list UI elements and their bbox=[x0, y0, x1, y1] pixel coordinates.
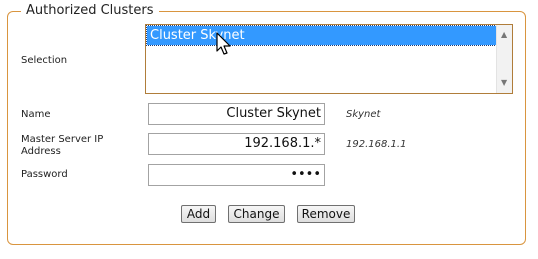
listbox-scrollbar[interactable]: ▲ ▼ bbox=[496, 25, 512, 93]
name-label: Name bbox=[21, 109, 51, 120]
list-item[interactable]: Cluster Skynet bbox=[146, 25, 497, 46]
password-field[interactable]: •••• bbox=[148, 164, 325, 186]
scroll-up-arrow-icon[interactable]: ▲ bbox=[501, 31, 507, 39]
cluster-listbox[interactable]: Cluster Skynet ▲ ▼ bbox=[145, 24, 513, 94]
mouse-pointer-icon bbox=[216, 32, 231, 55]
master-ip-hint: 192.168.1.1 bbox=[346, 139, 407, 150]
master-ip-label-line1: Master Server IP bbox=[21, 134, 104, 145]
change-button[interactable]: Change bbox=[228, 205, 285, 223]
selection-label: Selection bbox=[21, 55, 68, 66]
add-button[interactable]: Add bbox=[181, 205, 216, 223]
master-ip-label-line2: Address bbox=[21, 146, 61, 157]
group-legend: Authorized Clusters bbox=[21, 3, 159, 19]
name-hint: Skynet bbox=[346, 109, 381, 120]
master-ip-label: Master Server IP Address bbox=[21, 134, 103, 158]
remove-button[interactable]: Remove bbox=[297, 205, 355, 223]
master-ip-field[interactable]: 192.168.1.* bbox=[148, 133, 325, 155]
password-label: Password bbox=[21, 169, 68, 180]
name-field[interactable]: Cluster Skynet bbox=[148, 103, 325, 125]
scroll-down-arrow-icon[interactable]: ▼ bbox=[501, 79, 507, 87]
